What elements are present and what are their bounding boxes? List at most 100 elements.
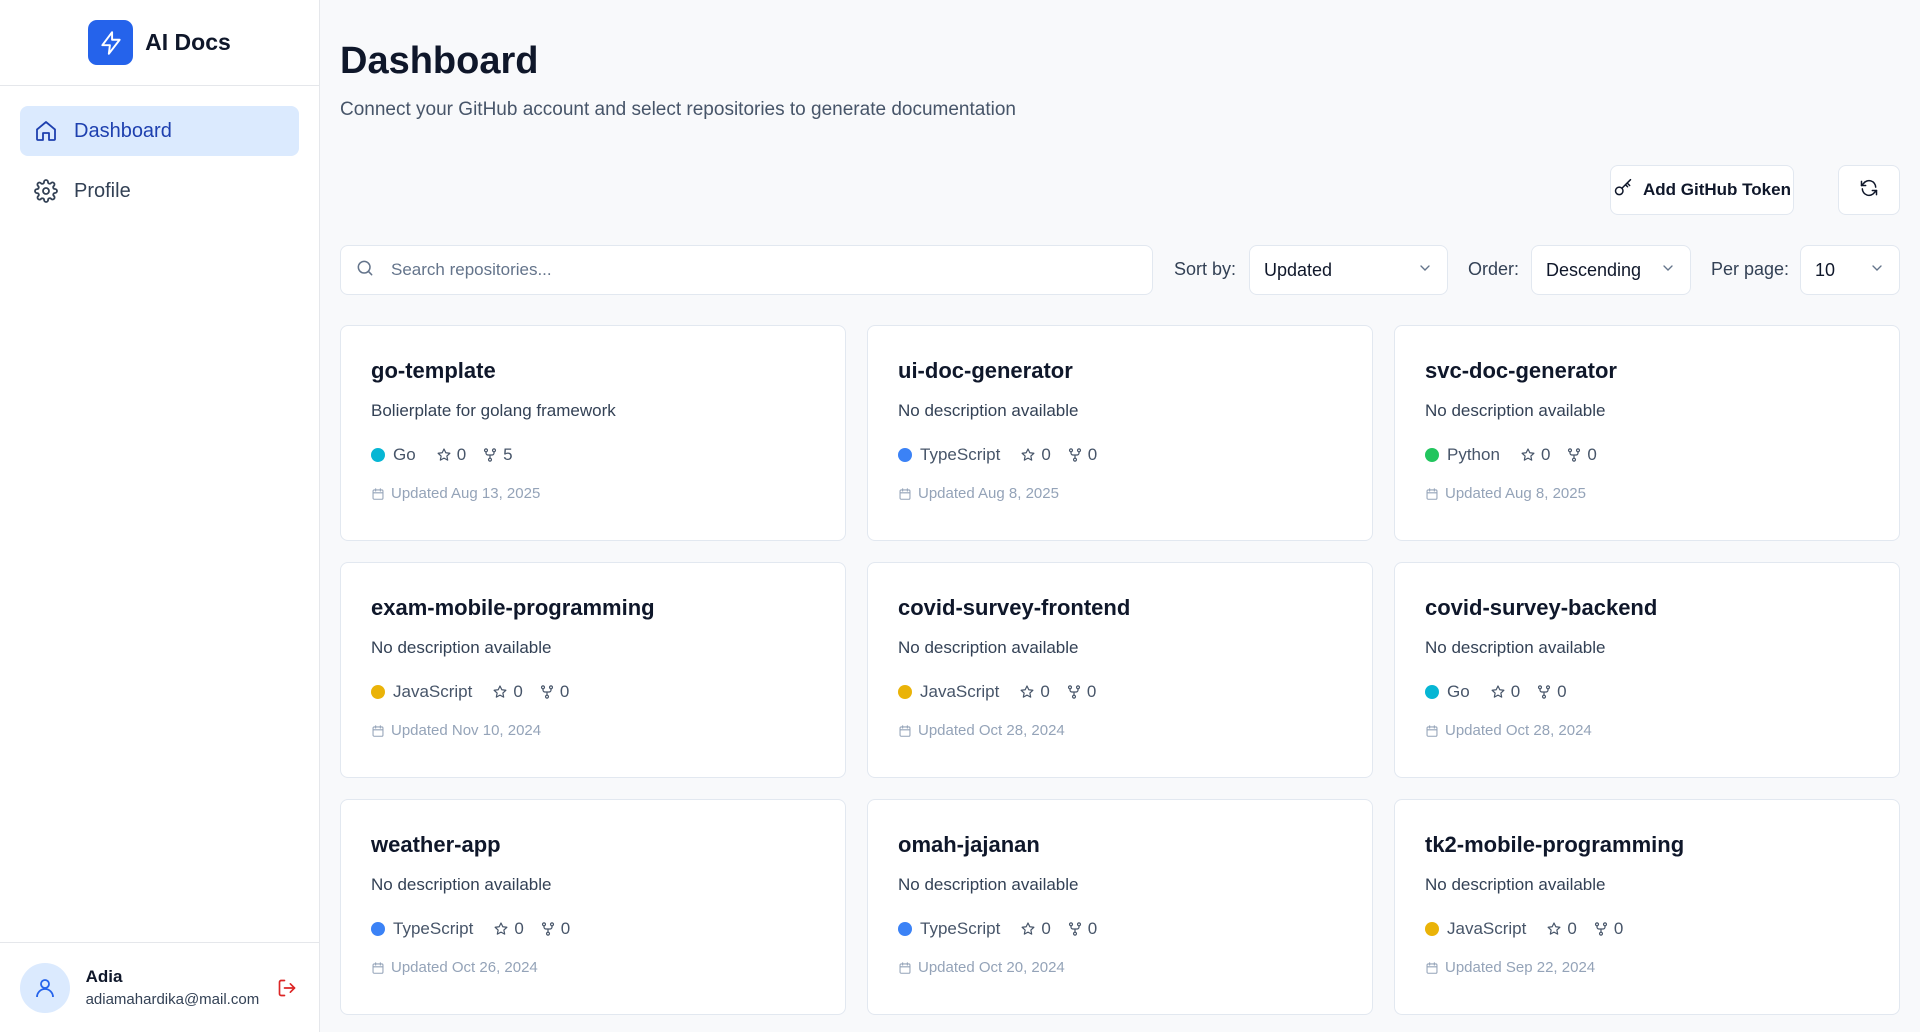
updated-text: Updated Oct 28, 2024: [918, 722, 1065, 739]
repository-card[interactable]: weather-app No description available Typ…: [340, 799, 846, 1015]
add-github-token-button[interactable]: Add GitHub Token: [1610, 165, 1794, 215]
star-icon: [1491, 685, 1505, 698]
star-count: 0: [1520, 445, 1550, 465]
user-email: adiamahardika@mail.com: [85, 991, 260, 1008]
fork-count: 0: [1593, 919, 1623, 939]
repository-meta: Go 0 0: [1425, 682, 1869, 702]
repository-name: covid-survey-frontend: [898, 595, 1131, 620]
repository-name: omah-jajanan: [898, 832, 1040, 857]
star-count: 0: [493, 919, 524, 939]
repository-updated: Updated Oct 28, 2024: [898, 722, 1342, 739]
app-name: AI Docs: [145, 29, 231, 55]
repository-updated: Updated Oct 20, 2024: [898, 959, 1342, 976]
star-icon: [1021, 448, 1035, 461]
refresh-icon: [1859, 178, 1879, 203]
sort-label: Sort by:: [1174, 259, 1237, 279]
star-count: 0: [1020, 919, 1051, 939]
chevron-down-icon: [1417, 260, 1433, 281]
fork-count: 0: [1566, 445, 1597, 465]
logout-icon[interactable]: [275, 976, 299, 1000]
language-dot: [1425, 448, 1439, 462]
star-icon: [1547, 922, 1561, 935]
per-page-select[interactable]: 10: [1800, 245, 1900, 295]
language-badge: JavaScript: [371, 682, 472, 702]
home-icon: [34, 119, 58, 143]
language-badge: JavaScript: [898, 682, 999, 702]
order-select-value: Descending: [1546, 259, 1642, 280]
repository-meta: TypeScript 0 0: [898, 919, 1342, 939]
repository-card[interactable]: tk2-mobile-programming No description av…: [1394, 799, 1900, 1015]
language-badge: Go: [1425, 682, 1470, 702]
repository-card[interactable]: exam-mobile-programming No description a…: [340, 562, 846, 778]
key-icon: [1613, 178, 1633, 203]
repository-card[interactable]: ui-doc-generator No description availabl…: [867, 325, 1373, 541]
star-icon: [494, 922, 508, 935]
per-page-label: Per page:: [1711, 259, 1790, 279]
repository-description: No description available: [1425, 401, 1606, 420]
repository-card[interactable]: covid-survey-frontend No description ava…: [867, 562, 1373, 778]
repository-description: Bolierplate for golang framework: [371, 401, 616, 420]
language-dot: [1425, 922, 1439, 936]
repository-card[interactable]: covid-survey-backend No description avai…: [1394, 562, 1900, 778]
sort-select-value: Updated: [1264, 259, 1333, 280]
search-input[interactable]: [391, 260, 1138, 280]
repository-meta: JavaScript 0 0: [1425, 919, 1869, 939]
fork-icon: [1068, 448, 1081, 462]
repository-name: covid-survey-backend: [1425, 595, 1658, 620]
language-name: TypeScript: [393, 919, 474, 938]
repository-description: No description available: [1425, 875, 1606, 894]
order-label: Order:: [1468, 259, 1520, 279]
star-icon: [1521, 448, 1535, 461]
refresh-button[interactable]: [1838, 165, 1900, 215]
star-count: 0: [1019, 682, 1050, 702]
sidebar-item-dashboard[interactable]: Dashboard: [20, 106, 299, 156]
brand[interactable]: AI Docs: [0, 0, 319, 86]
order-select[interactable]: Descending: [1531, 245, 1691, 295]
sort-select[interactable]: Updated: [1249, 245, 1448, 295]
fork-value: 0: [559, 682, 570, 701]
repository-card[interactable]: svc-doc-generator No description availab…: [1394, 325, 1900, 541]
repository-updated: Updated Aug 8, 2025: [898, 485, 1342, 502]
updated-text: Updated Sep 22, 2024: [1445, 959, 1596, 976]
repository-name: exam-mobile-programming: [371, 595, 655, 620]
fork-icon: [541, 922, 554, 936]
fork-value: 0: [1613, 919, 1624, 938]
lightning-icon: [88, 20, 134, 65]
repository-updated: Updated Oct 28, 2024: [1425, 722, 1869, 739]
language-badge: JavaScript: [1425, 919, 1526, 939]
repository-meta: TypeScript 0 0: [371, 919, 815, 939]
repository-card[interactable]: omah-jajanan No description available Ty…: [867, 799, 1373, 1015]
page-title: Dashboard: [340, 40, 539, 82]
fork-value: 0: [1557, 682, 1567, 701]
updated-text: Updated Aug 8, 2025: [918, 485, 1059, 502]
star-count: 0: [436, 445, 466, 465]
avatar[interactable]: [20, 962, 70, 1013]
calendar-icon: [1426, 961, 1438, 974]
updated-text: Updated Oct 20, 2024: [918, 959, 1065, 976]
sidebar-item-profile[interactable]: Profile: [20, 166, 299, 216]
fork-count: 0: [1067, 445, 1097, 465]
fork-count: 0: [539, 682, 569, 702]
repository-meta: TypeScript 0 0: [898, 445, 1342, 465]
repository-description: No description available: [898, 638, 1079, 657]
star-count: 0: [1546, 919, 1577, 939]
calendar-icon: [372, 487, 384, 500]
repository-name: ui-doc-generator: [898, 358, 1073, 383]
repository-card[interactable]: go-template Bolierplate for golang frame…: [340, 325, 846, 541]
language-name: Go: [1447, 682, 1470, 701]
repository-description: No description available: [1425, 638, 1606, 657]
chevron-down-icon: [1869, 260, 1885, 281]
language-name: JavaScript: [1447, 919, 1527, 938]
calendar-icon: [372, 961, 384, 974]
fork-icon: [484, 448, 497, 462]
user-panel: Adia adiamahardika@mail.com: [0, 942, 319, 1032]
fork-count: 0: [540, 919, 570, 939]
calendar-icon: [1426, 724, 1438, 737]
user-info: Adia adiamahardika@mail.com: [86, 967, 260, 1008]
star-value: 0: [1510, 682, 1521, 701]
calendar-icon: [1426, 487, 1438, 500]
search-box[interactable]: [340, 245, 1153, 295]
user-icon: [35, 978, 54, 997]
repository-updated: Updated Oct 26, 2024: [371, 959, 815, 976]
gear-icon: [34, 179, 58, 203]
